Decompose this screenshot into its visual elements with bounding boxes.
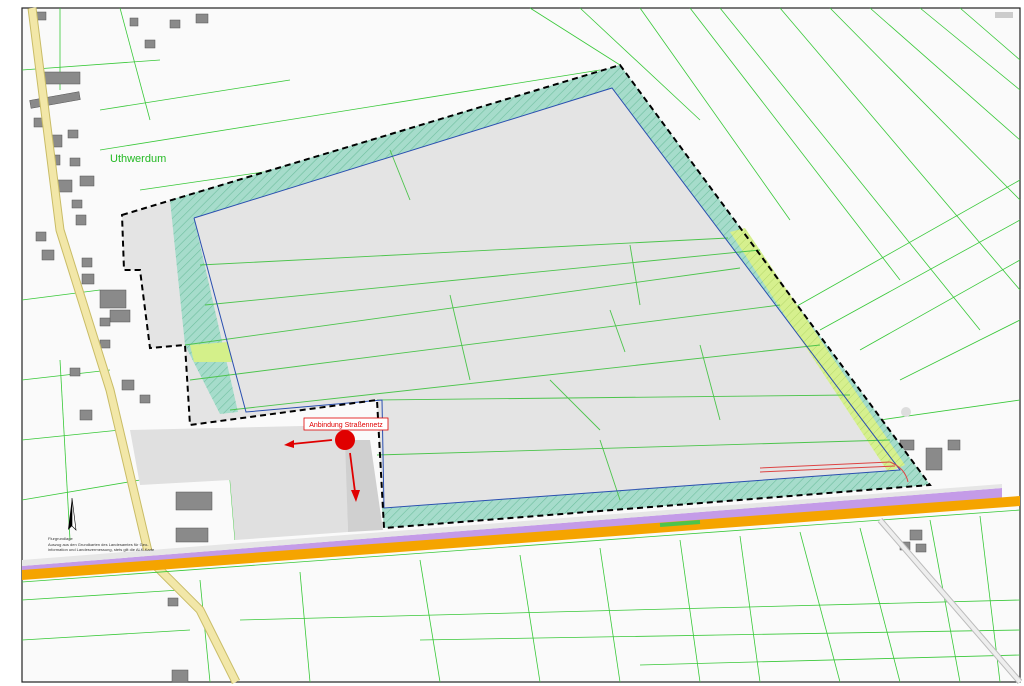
legend-title: Flurgrundlage (48, 536, 73, 541)
site-plan-map: Anbindung Straßennetz Uthwerdum Flurgrun… (0, 0, 1024, 686)
corner-mark (995, 12, 1013, 18)
legend-line-2: information und Landesvermessung, stets … (48, 547, 155, 552)
map-canvas: Anbindung Straßennetz Uthwerdum Flurgrun… (0, 0, 1024, 686)
point-feature (901, 407, 911, 417)
annotation-label: Anbindung Straßennetz (309, 422, 383, 429)
access-marker (335, 430, 355, 450)
place-name: Uthwerdum (110, 153, 166, 165)
green-strip-west (190, 342, 232, 362)
